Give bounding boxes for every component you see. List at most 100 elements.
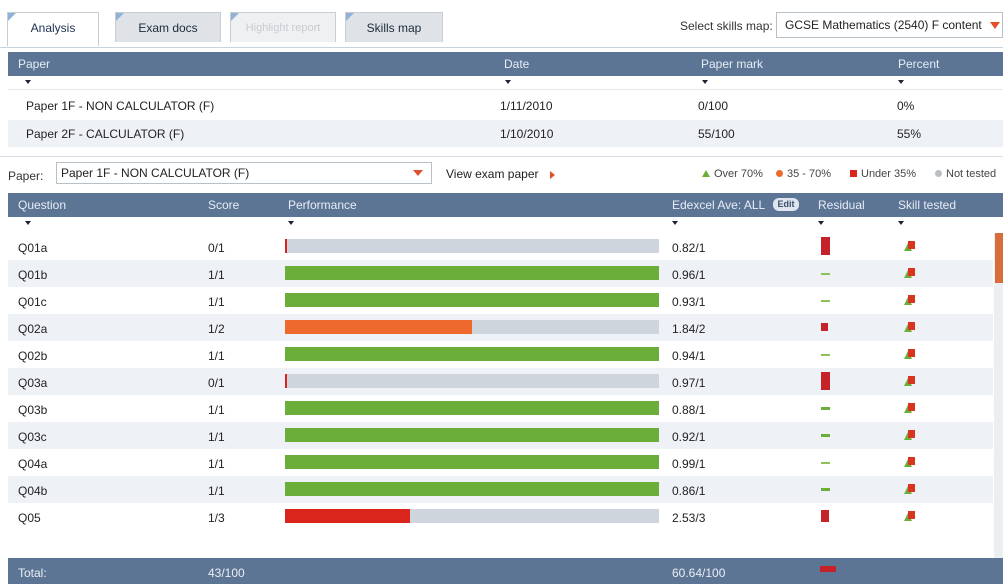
table-row[interactable]: Q01b 1/1 0.96/1 [8, 260, 993, 287]
performance-bar-fill [285, 347, 659, 361]
table-row[interactable]: Q01a 0/1 0.82/1 [8, 233, 993, 260]
table-row[interactable]: Q04b 1/1 0.86/1 [8, 476, 993, 503]
table-row[interactable]: Q04a 1/1 0.99/1 [8, 449, 993, 476]
paper-mark: 55/100 [698, 127, 735, 141]
totals-average: 60.64/100 [672, 566, 726, 580]
residual-marker [821, 407, 830, 410]
column-header-paper-mark[interactable]: Paper mark [701, 57, 763, 71]
column-header-paper[interactable]: Paper [18, 57, 50, 71]
paper-selector-bar: Paper: Paper 1F - NON CALCULATOR (F) Vie… [0, 156, 1003, 190]
sort-arrow-icon[interactable] [505, 80, 511, 84]
tab-exam-docs-label: Exam docs [138, 21, 198, 35]
legend-over-70: Over 70% [702, 168, 763, 180]
square-icon [908, 322, 915, 330]
performance-bar [285, 428, 659, 442]
edit-average-button[interactable]: Edit [773, 198, 799, 211]
tab-analysis[interactable]: Analysis [7, 12, 99, 46]
skills-map-select[interactable]: GCSE Mathematics (2540) F content [776, 12, 1003, 38]
skill-tested-icon[interactable] [904, 403, 916, 415]
legend-not-tested-label: Not tested [946, 168, 997, 180]
performance-bar-fill [285, 266, 659, 280]
skill-tested-icon[interactable] [904, 484, 916, 496]
skill-tested-icon[interactable] [904, 295, 916, 307]
paper-date: 1/11/2010 [500, 99, 553, 113]
column-header-skill-tested[interactable]: Skill tested [898, 198, 956, 212]
tab-exam-docs[interactable]: Exam docs [115, 12, 221, 42]
skill-tested-icon[interactable] [904, 241, 916, 253]
residual-marker [821, 462, 830, 464]
square-icon [850, 170, 857, 177]
performance-bar-fill [285, 482, 659, 496]
paper-row[interactable]: Paper 1F - NON CALCULATOR (F) 1/11/2010 … [8, 92, 1003, 119]
sort-arrow-icon[interactable] [288, 221, 294, 225]
tab-skills-map[interactable]: Skills map [345, 12, 443, 42]
residual-marker [821, 323, 828, 331]
scrollbar-thumb[interactable] [995, 233, 1003, 283]
tab-skills-map-label: Skills map [366, 21, 422, 35]
table-row[interactable]: Q03c 1/1 0.92/1 [8, 422, 993, 449]
tab-bar: Analysis Exam docs Highlight report Skil… [0, 0, 1003, 48]
skill-tested-icon[interactable] [904, 268, 916, 280]
sort-arrow-icon[interactable] [898, 221, 904, 225]
sort-arrow-icon[interactable] [672, 221, 678, 225]
paper-date: 1/10/2010 [500, 127, 554, 141]
residual-marker [821, 372, 830, 390]
column-header-question[interactable]: Question [18, 198, 66, 212]
skill-tested-icon[interactable] [904, 511, 916, 523]
skill-tested-icon[interactable] [904, 457, 916, 469]
paper-select[interactable]: Paper 1F - NON CALCULATOR (F) [56, 162, 432, 184]
question-average: 0.86/1 [672, 484, 706, 498]
performance-bar [285, 293, 659, 307]
column-header-performance[interactable]: Performance [288, 198, 357, 212]
question-label: Q02b [18, 349, 48, 363]
paper-select-value: Paper 1F - NON CALCULATOR (F) [61, 166, 250, 180]
column-header-percent[interactable]: Percent [898, 57, 939, 71]
square-icon [908, 430, 915, 438]
paper-percent: 0% [897, 99, 915, 113]
column-header-residual[interactable]: Residual [818, 198, 865, 212]
skill-tested-icon[interactable] [904, 322, 916, 334]
tab-highlight-report[interactable]: Highlight report [230, 12, 336, 42]
sort-arrow-icon[interactable] [898, 80, 904, 84]
performance-bar [285, 239, 659, 253]
column-header-score[interactable]: Score [208, 198, 239, 212]
skill-tested-icon[interactable] [904, 376, 916, 388]
totals-row: Total: 43/100 60.64/100 [8, 558, 1003, 584]
sort-arrow-icon[interactable] [25, 221, 31, 225]
table-row[interactable]: Q03a 0/1 0.97/1 [8, 368, 993, 395]
table-row[interactable]: Q02b 1/1 0.94/1 [8, 341, 993, 368]
totals-score: 43/100 [208, 566, 245, 580]
square-icon [908, 349, 915, 357]
skills-map-label: Select skills map: [680, 19, 773, 33]
column-header-date[interactable]: Date [504, 57, 529, 71]
scrollbar[interactable] [994, 233, 1003, 558]
table-row[interactable]: Q03b 1/1 0.88/1 [8, 395, 993, 422]
square-icon [908, 376, 915, 384]
performance-bar-fill [285, 239, 287, 253]
legend-over-70-label: Over 70% [714, 168, 763, 180]
square-icon [908, 484, 915, 492]
paper-row[interactable]: Paper 2F - CALCULATOR (F) 1/10/2010 55/1… [8, 120, 1003, 147]
sort-arrow-icon[interactable] [702, 80, 708, 84]
skill-tested-icon[interactable] [904, 349, 916, 361]
sort-arrow-icon[interactable] [818, 221, 824, 225]
skills-map-value: GCSE Mathematics (2540) F content [785, 18, 982, 32]
legend-35-70-label: 35 - 70% [787, 168, 832, 180]
column-header-average[interactable]: Edexcel Ave: ALL [672, 198, 765, 212]
residual-marker [821, 354, 830, 356]
table-row[interactable]: Q05 1/3 2.53/3 [8, 503, 993, 530]
table-row[interactable]: Q02a 1/2 1.84/2 [8, 314, 993, 341]
sort-arrow-icon[interactable] [25, 80, 31, 84]
performance-bar-fill [285, 509, 410, 523]
square-icon [908, 268, 915, 276]
questions-table-header: Question Score Performance Edexcel Ave: … [8, 193, 1003, 217]
view-exam-paper-link[interactable]: View exam paper [446, 167, 555, 181]
question-score: 1/1 [208, 457, 225, 471]
residual-marker [821, 434, 830, 437]
skill-tested-icon[interactable] [904, 430, 916, 442]
questions-filter-row [8, 217, 1003, 231]
residual-marker [821, 300, 830, 302]
performance-bar-fill [285, 455, 659, 469]
table-row[interactable]: Q01c 1/1 0.93/1 [8, 287, 993, 314]
question-label: Q02a [18, 322, 48, 336]
